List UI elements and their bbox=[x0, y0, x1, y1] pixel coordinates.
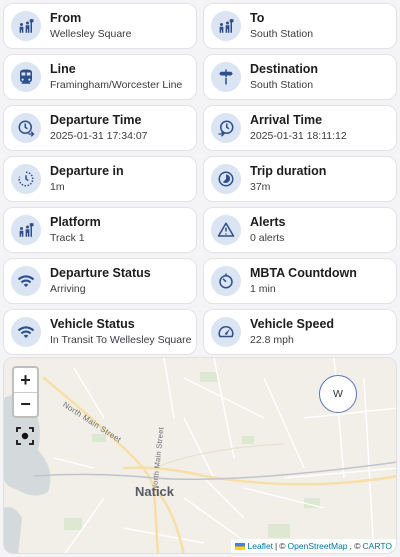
map-view[interactable]: + − North Main Street North Main Street … bbox=[3, 357, 397, 554]
carto-link[interactable]: CARTO bbox=[363, 541, 392, 551]
arrival-time-card[interactable]: Arrival Time 2025-01-31 18:11:12 bbox=[203, 105, 397, 151]
card-label: Departure Status bbox=[50, 266, 151, 280]
card-label: Vehicle Speed bbox=[250, 317, 335, 331]
card-value: 1 min bbox=[250, 283, 276, 295]
locate-icon[interactable] bbox=[16, 427, 34, 445]
leaflet-link[interactable]: Leaflet bbox=[248, 541, 274, 551]
departure-status-card[interactable]: Departure Status Arriving bbox=[3, 258, 197, 304]
attribution-separator: | bbox=[275, 541, 278, 551]
departure-time-card[interactable]: Departure Time 2025-01-31 17:34:07 bbox=[3, 105, 197, 151]
card-text: MBTA Countdown 1 min bbox=[250, 266, 357, 296]
to-card[interactable]: To South Station bbox=[203, 3, 397, 49]
mbta-countdown-card[interactable]: MBTA Countdown 1 min bbox=[203, 258, 397, 304]
card-text: From Wellesley Square bbox=[50, 11, 132, 41]
map-attribution: Leaflet | © OpenStreetMap , © CARTO bbox=[230, 539, 396, 553]
clock-arrive-icon bbox=[211, 113, 241, 143]
line-card[interactable]: Line Framingham/Worcester Line bbox=[3, 54, 197, 100]
card-label: Departure in bbox=[50, 164, 124, 178]
card-text: Trip duration 37m bbox=[250, 164, 326, 194]
trip-duration-card[interactable]: Trip duration 37m bbox=[203, 156, 397, 202]
card-value: 2025-01-31 18:11:12 bbox=[250, 130, 347, 142]
card-text: To South Station bbox=[250, 11, 313, 41]
copyright-symbol-2: , © bbox=[349, 541, 361, 551]
zoom-control: + − bbox=[12, 366, 39, 418]
card-text: Vehicle Status In Transit To Wellesley Sq… bbox=[50, 317, 191, 347]
vehicle-status-card[interactable]: Vehicle Status In Transit To Wellesley Sq… bbox=[3, 309, 197, 355]
vehicle-marker[interactable]: W bbox=[319, 375, 357, 413]
card-value: 22.8 mph bbox=[250, 334, 294, 346]
card-label: Alerts bbox=[250, 215, 286, 229]
card-label: Platform bbox=[50, 215, 101, 229]
signpost-icon bbox=[211, 62, 241, 92]
town-label: Natick bbox=[135, 484, 175, 499]
card-value: 0 alerts bbox=[250, 232, 285, 244]
people-board-icon bbox=[11, 11, 41, 41]
timer-icon bbox=[211, 266, 241, 296]
card-label: Arrival Time bbox=[250, 113, 323, 127]
card-label: From bbox=[50, 11, 82, 25]
card-text: Alerts 0 alerts bbox=[250, 215, 285, 245]
card-text: Departure Time 2025-01-31 17:34:07 bbox=[50, 113, 148, 143]
speedometer-icon bbox=[211, 317, 241, 347]
timelapse-icon bbox=[211, 164, 241, 194]
sensor-card-grid: From Wellesley Square To South Station Line F… bbox=[3, 3, 397, 355]
destination-card[interactable]: Destination South Station bbox=[203, 54, 397, 100]
zoom-out-button[interactable]: − bbox=[14, 392, 37, 416]
osm-link[interactable]: OpenStreetMap bbox=[288, 541, 348, 551]
departure-in-card[interactable]: Departure in 1m bbox=[3, 156, 197, 202]
vehicle-speed-card[interactable]: Vehicle Speed 22.8 mph bbox=[203, 309, 397, 355]
card-text: Platform Track 1 bbox=[50, 215, 101, 245]
alert-triangle-icon bbox=[211, 215, 241, 245]
zoom-in-button[interactable]: + bbox=[14, 368, 37, 392]
card-value: South Station bbox=[250, 28, 314, 40]
card-text: Line Framingham/Worcester Line bbox=[50, 62, 182, 92]
card-text: Departure in 1m bbox=[50, 164, 124, 194]
clock-depart-icon bbox=[11, 113, 41, 143]
card-value: In Transit To Wellesley Square bbox=[50, 334, 192, 346]
card-text: Arrival Time 2025-01-31 18:11:12 bbox=[250, 113, 347, 143]
wifi-icon bbox=[11, 266, 41, 296]
people-board-icon bbox=[11, 215, 41, 245]
platform-card[interactable]: Platform Track 1 bbox=[3, 207, 197, 253]
card-label: Line bbox=[50, 62, 76, 76]
card-label: MBTA Countdown bbox=[250, 266, 357, 280]
card-value: Track 1 bbox=[50, 232, 85, 244]
wifi-icon bbox=[11, 317, 41, 347]
card-text: Vehicle Speed 22.8 mph bbox=[250, 317, 334, 347]
card-value: 1m bbox=[50, 181, 65, 193]
card-label: Trip duration bbox=[250, 164, 327, 178]
copyright-symbol: © bbox=[279, 541, 286, 551]
card-label: Vehicle Status bbox=[50, 317, 135, 331]
card-value: 37m bbox=[250, 181, 271, 193]
card-value: Arriving bbox=[50, 283, 86, 295]
alerts-card[interactable]: Alerts 0 alerts bbox=[203, 207, 397, 253]
card-value: Framingham/Worcester Line bbox=[50, 79, 183, 91]
card-text: Departure Status Arriving bbox=[50, 266, 151, 296]
clock-refresh-icon bbox=[11, 164, 41, 194]
card-text: Destination South Station bbox=[250, 62, 318, 92]
card-label: To bbox=[250, 11, 265, 25]
card-label: Destination bbox=[250, 62, 319, 76]
train-icon bbox=[11, 62, 41, 92]
card-label: Departure Time bbox=[50, 113, 142, 127]
card-value: Wellesley Square bbox=[50, 28, 132, 40]
people-board-icon bbox=[211, 11, 241, 41]
from-card[interactable]: From Wellesley Square bbox=[3, 3, 197, 49]
card-value: 2025-01-31 17:34:07 bbox=[50, 130, 148, 142]
card-value: South Station bbox=[250, 79, 314, 91]
ukraine-flag-icon bbox=[234, 542, 245, 550]
